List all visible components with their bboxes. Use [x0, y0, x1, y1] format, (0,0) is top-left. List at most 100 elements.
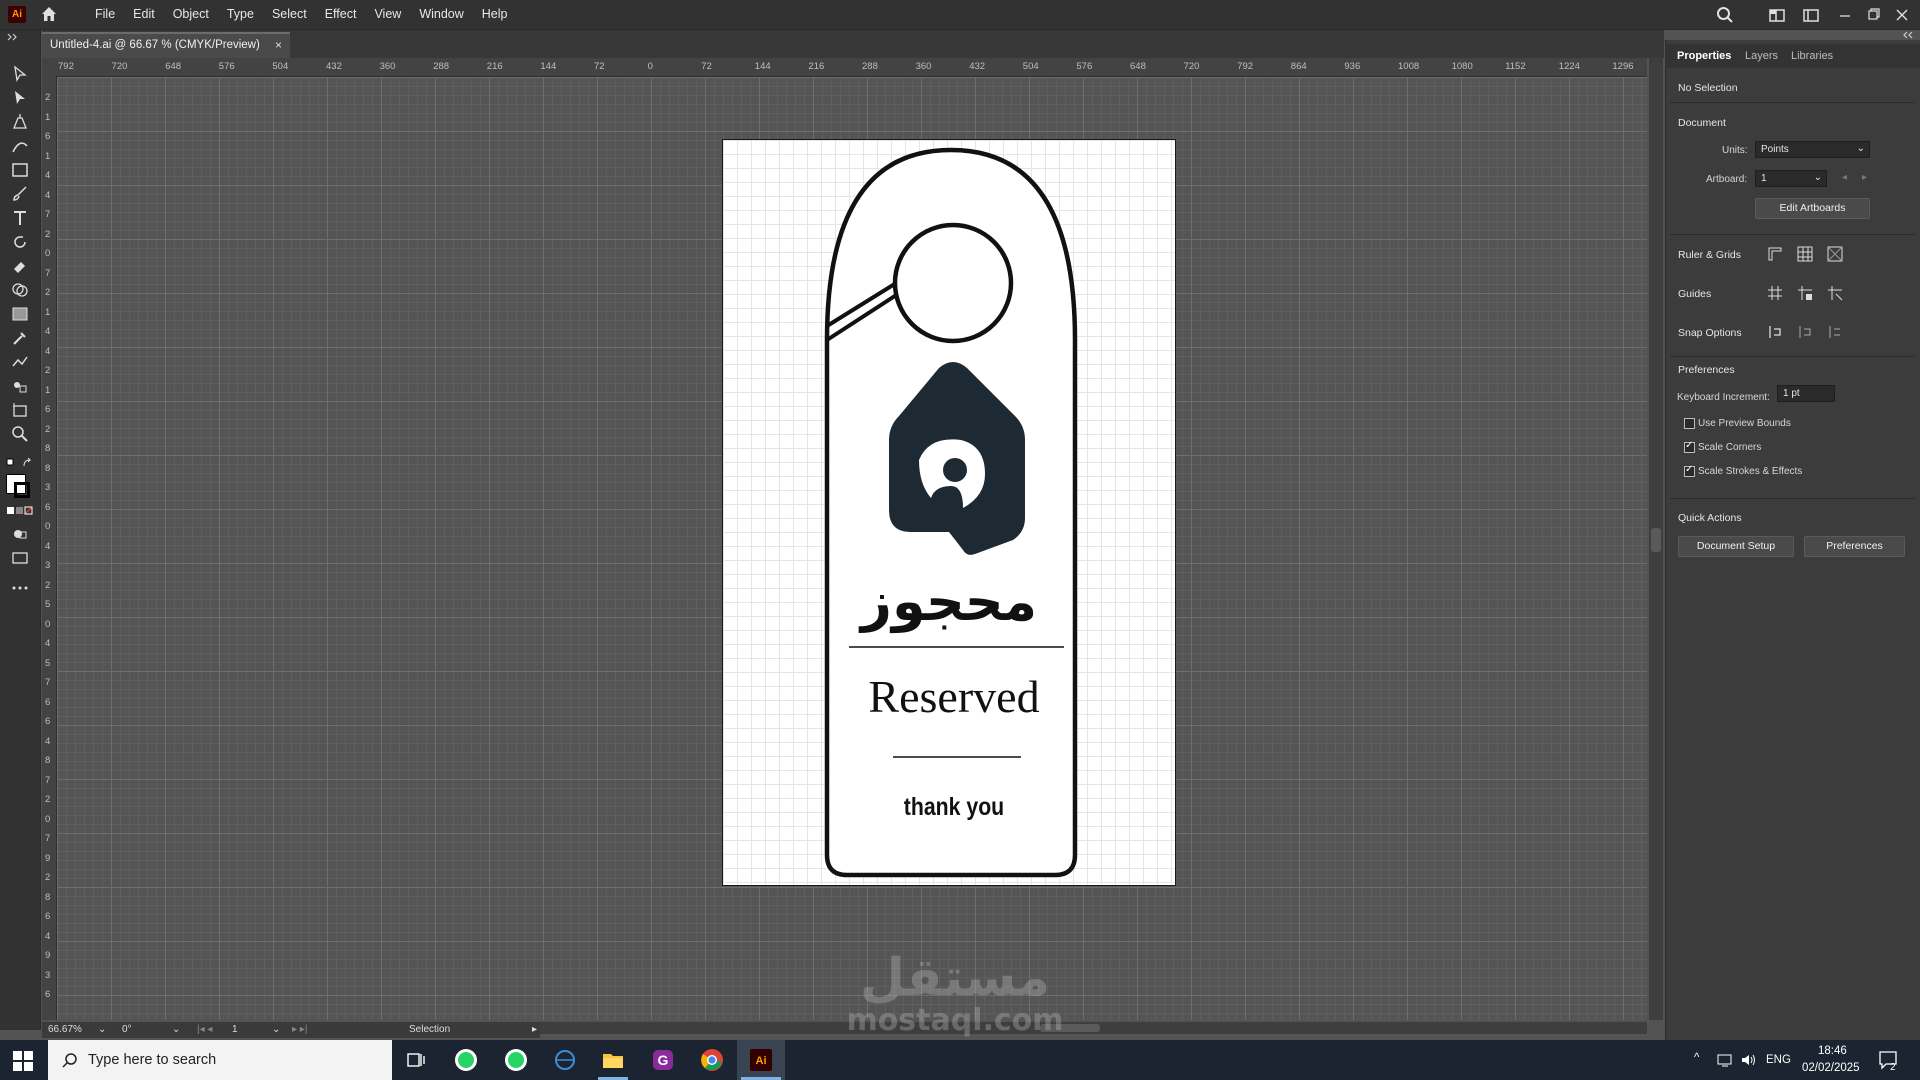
menu-view[interactable]: View [365, 0, 410, 29]
snap-to-pixel-icon[interactable] [1796, 323, 1814, 341]
grid-icon[interactable] [1796, 245, 1814, 263]
restore-icon[interactable] [1864, 6, 1882, 24]
vertical-scroll-thumb[interactable] [1651, 528, 1661, 552]
home-icon[interactable] [40, 5, 58, 23]
vertical-ruler[interactable]: 2 1 6 1 4 4 7 2 0 7 2 1 4 4 2 1 6 2 8 8 3 6 0 4 3 2 5 0 4 5 7 6 6 4 8 7 2 0 7 9… [42, 76, 57, 1020]
reserved-text[interactable]: Reserved [723, 670, 1185, 723]
stroke-swatch[interactable] [14, 482, 30, 498]
close-icon[interactable] [1893, 6, 1911, 24]
clock-date[interactable]: 02/02/2025 [1802, 1062, 1860, 1074]
rotation-value[interactable]: 0° [122, 1024, 132, 1035]
shape-builder-tool-icon[interactable] [10, 280, 30, 300]
default-colors-icon[interactable] [6, 458, 34, 470]
horizontal-ruler[interactable]: 792 720 648 576 504 432 360 288 216 144 72 0 72 144 21… [42, 58, 1647, 77]
app-g-icon[interactable]: G [651, 1048, 675, 1072]
artboard-dropdown-icon[interactable]: ⌄ [272, 1024, 280, 1035]
more-tools-icon[interactable] [10, 578, 30, 598]
whatsapp-icon[interactable] [454, 1048, 478, 1072]
vertical-scrollbar[interactable] [1649, 58, 1663, 1020]
document-tab[interactable]: Untitled-4.ai @ 66.67 % (CMYK/Preview) × [42, 32, 290, 58]
menu-effect[interactable]: Effect [316, 0, 366, 29]
thank-you-text[interactable]: thank you [758, 793, 1151, 822]
artboard-tool-icon[interactable] [10, 400, 30, 420]
artboard-number[interactable]: 1 [232, 1024, 238, 1035]
prev-artboard-icon[interactable]: ◂ [1842, 172, 1847, 183]
menu-type[interactable]: Type [218, 0, 263, 29]
tab-properties[interactable]: Properties [1677, 50, 1731, 62]
notifications-icon[interactable] [1878, 1050, 1900, 1070]
whatsapp-icon[interactable] [504, 1048, 528, 1072]
scale-strokes-checkbox[interactable] [1684, 464, 1695, 477]
draw-mode-icon[interactable] [10, 524, 30, 544]
scale-corners-checkbox[interactable] [1684, 440, 1695, 453]
puppet-warp-tool-icon[interactable] [10, 352, 30, 372]
menu-file[interactable]: File [86, 0, 124, 29]
symbol-sprayer-tool-icon[interactable] [10, 376, 30, 396]
illustrator-icon[interactable]: Ai [749, 1048, 773, 1072]
close-tab-icon[interactable]: × [275, 38, 282, 52]
smart-guides-icon[interactable] [1826, 284, 1844, 302]
edge-icon[interactable] [553, 1048, 577, 1072]
document-setup-button[interactable]: Document Setup [1678, 536, 1794, 557]
file-explorer-icon[interactable] [601, 1048, 625, 1072]
rotate-tool-icon[interactable] [10, 232, 30, 252]
arabic-reserved-text[interactable]: محجوز [723, 570, 1175, 633]
artboard[interactable]: محجوز Reserved thank you [723, 140, 1175, 885]
door-hanger-artwork[interactable] [723, 140, 1175, 885]
network-icon[interactable] [1716, 1052, 1734, 1068]
next-artboard-icon[interactable]: ▸ ▸| [292, 1024, 307, 1035]
lock-guides-icon[interactable] [1796, 284, 1814, 302]
taskbar-search[interactable]: Type here to search [48, 1040, 392, 1080]
chrome-icon[interactable] [700, 1048, 724, 1072]
panel-collapse-icon[interactable] [1900, 30, 1914, 40]
minimize-icon[interactable] [1836, 6, 1854, 24]
show-hidden-icons-icon[interactable]: ^ [1694, 1052, 1699, 1064]
artboard-select[interactable]: 1 ⌄ [1755, 170, 1827, 187]
search-icon[interactable] [1716, 6, 1734, 24]
rulers-icon[interactable] [1766, 245, 1784, 263]
menu-window[interactable]: Window [410, 0, 472, 29]
collapse-arrows-icon[interactable] [6, 32, 20, 42]
curvature-tool-icon[interactable] [10, 136, 30, 156]
language-indicator[interactable]: ENG [1766, 1054, 1791, 1066]
panel-toggle-icon[interactable] [1802, 6, 1820, 24]
show-guides-icon[interactable] [1766, 284, 1784, 302]
clock-time[interactable]: 18:46 [1818, 1045, 1847, 1057]
horizontal-scrollbar[interactable] [540, 1022, 1647, 1034]
snap-to-point-icon[interactable] [1766, 323, 1784, 341]
zoom-level[interactable]: 66.67% [48, 1024, 82, 1035]
menu-help[interactable]: Help [473, 0, 517, 29]
edit-artboards-button[interactable]: Edit Artboards [1755, 198, 1870, 219]
direct-selection-tool-icon[interactable] [10, 88, 30, 108]
use-preview-bounds-checkbox[interactable] [1684, 418, 1695, 429]
units-select[interactable]: Points ⌄ [1755, 141, 1870, 158]
eyedropper-tool-icon[interactable] [10, 328, 30, 348]
gradient-tool-icon[interactable] [10, 304, 30, 324]
next-artboard-icon[interactable]: ▸ [1862, 172, 1867, 183]
menu-select[interactable]: Select [263, 0, 316, 29]
rotation-dropdown-icon[interactable]: ⌄ [172, 1024, 180, 1035]
tab-layers[interactable]: Layers [1745, 50, 1778, 62]
selection-tool-icon[interactable] [10, 64, 30, 84]
menu-object[interactable]: Object [164, 0, 218, 29]
task-view-icon[interactable] [404, 1048, 428, 1072]
menu-edit[interactable]: Edit [124, 0, 164, 29]
type-tool-icon[interactable] [10, 208, 30, 228]
eraser-tool-icon[interactable] [10, 256, 30, 276]
paintbrush-tool-icon[interactable] [10, 184, 30, 204]
windows-start-icon[interactable] [12, 1050, 34, 1072]
zoom-dropdown-icon[interactable]: ⌄ [98, 1024, 106, 1035]
color-mode-icons[interactable] [6, 506, 34, 516]
zoom-tool-icon[interactable] [10, 424, 30, 444]
pen-tool-icon[interactable] [10, 112, 30, 132]
screen-mode-icon[interactable] [10, 548, 30, 568]
workspace-icon[interactable] [1768, 6, 1786, 24]
first-artboard-icon[interactable]: |◂ ◂ [197, 1024, 212, 1035]
snap-to-glyph-icon[interactable] [1826, 323, 1844, 341]
keyboard-increment-input[interactable]: 1 pt [1777, 385, 1835, 402]
status-menu-arrow-icon[interactable]: ▸ [532, 1024, 537, 1035]
volume-icon[interactable] [1740, 1052, 1758, 1068]
rectangle-tool-icon[interactable] [10, 160, 30, 180]
transparency-grid-icon[interactable] [1826, 245, 1844, 263]
preferences-button[interactable]: Preferences [1804, 536, 1905, 557]
